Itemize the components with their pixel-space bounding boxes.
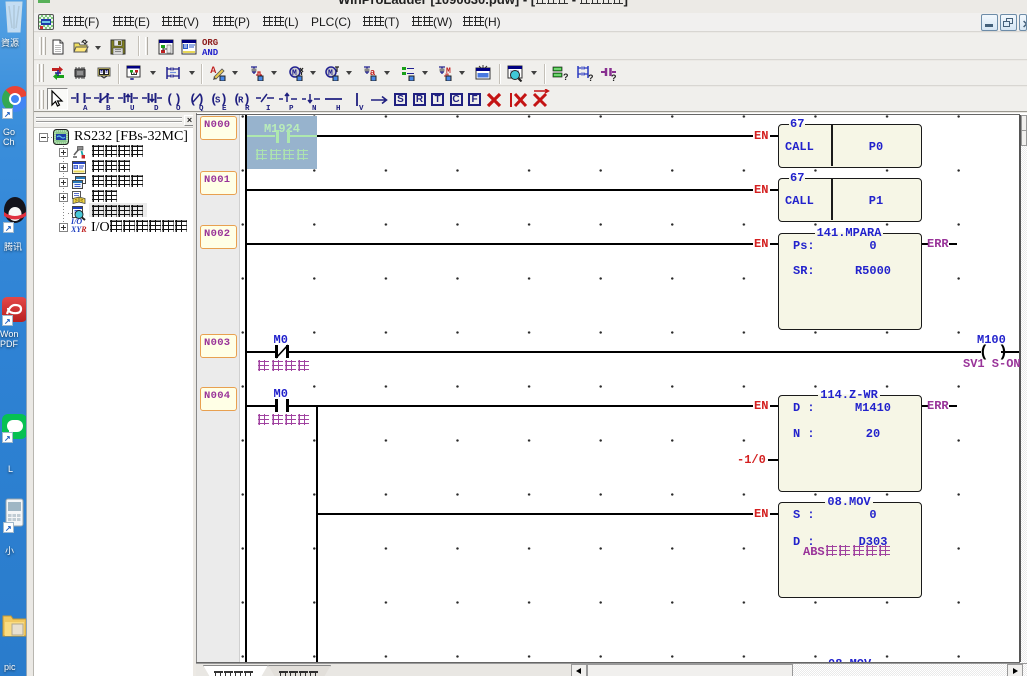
svg-text:A: A (210, 65, 217, 75)
svg-text:M: M (292, 69, 297, 78)
svg-text:?: ? (588, 73, 593, 82)
svg-text:I: I (266, 105, 271, 111)
svg-text:Q: Q (199, 105, 204, 111)
svg-text:D: D (154, 105, 159, 111)
svg-text:N: N (312, 105, 317, 111)
svg-text:M: M (328, 69, 333, 78)
svg-text:?: ? (611, 73, 617, 82)
svg-text:B: B (106, 105, 111, 111)
svg-text:?: ? (563, 72, 569, 82)
svg-text:(: ( (166, 92, 174, 107)
svg-text:H: H (336, 105, 341, 111)
svg-text:E: E (222, 105, 227, 111)
svg-text:R: R (245, 105, 250, 111)
svg-text:U: U (130, 105, 135, 111)
svg-text:O: O (176, 105, 181, 111)
svg-text:A: A (83, 105, 88, 111)
svg-text:V: V (359, 105, 364, 111)
svg-text:P: P (289, 105, 294, 111)
